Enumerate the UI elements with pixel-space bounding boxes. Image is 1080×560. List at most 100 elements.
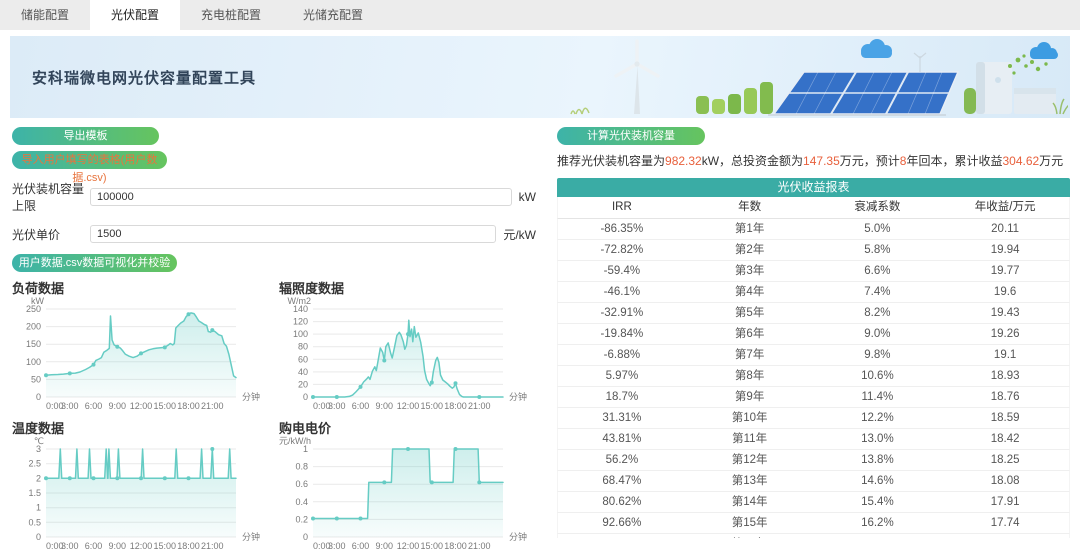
table-cell: 16.2% [814, 513, 942, 533]
chart-irradiance: 辐照度数据 020406080100120140W/m20:003:006:00… [279, 278, 536, 413]
chart-temperature-plot: 00.511.522.53℃0:003:006:009:0012:0015:00… [12, 435, 269, 553]
svg-text:分钟: 分钟 [509, 391, 527, 402]
svg-text:3:00: 3:00 [61, 401, 79, 411]
svg-text:℃: ℃ [34, 436, 44, 446]
chart-price-plot: 00.20.40.60.81元/kW/h0:003:006:009:0012:0… [279, 435, 536, 553]
table-cell: -32.91% [558, 303, 686, 323]
table-cell: 18.25 [941, 450, 1069, 470]
svg-text:18:00: 18:00 [444, 541, 467, 551]
table-cell: -86.35% [558, 219, 686, 239]
report-header-row: IRR年数衰减系数年收益/万元 [557, 197, 1070, 219]
table-row: 18.7%第9年11.4%18.76 [557, 387, 1070, 408]
tab-光储充配置[interactable]: 光储充配置 [282, 0, 384, 30]
svg-text:W/m2: W/m2 [288, 296, 312, 306]
result-label: 年回本，累计收益 [906, 154, 1002, 168]
table-cell: -6.88% [558, 345, 686, 365]
svg-text:0.8: 0.8 [295, 462, 308, 472]
calculate-pv-capacity-button[interactable]: 计算光伏装机容量 [557, 127, 705, 145]
grass-icon [571, 108, 589, 114]
energy-storage-icon [964, 62, 1056, 114]
table-cell: 19.26 [941, 324, 1069, 344]
pv-unit-price-input[interactable] [90, 225, 496, 243]
svg-text:kW: kW [31, 296, 45, 306]
field-pv-unit-price: 光伏单价 元/kW [12, 225, 536, 243]
chart-irradiance-title: 辐照度数据 [279, 278, 536, 295]
svg-text:21:00: 21:00 [201, 401, 224, 411]
svg-text:0: 0 [303, 532, 308, 542]
pv-capacity-limit-input[interactable] [90, 188, 512, 206]
table-cell: 19.77 [941, 261, 1069, 281]
chart-price-title: 购电电价 [279, 418, 536, 435]
result-text: 推荐光伏装机容量为982.32kW，总投资金额为147.35万元，预计8年回本，… [557, 154, 1070, 169]
table-cell: 92.66% [558, 513, 686, 533]
svg-text:20: 20 [298, 379, 308, 389]
table-cell: 第9年 [686, 387, 814, 407]
svg-text:21:00: 21:00 [468, 541, 491, 551]
table-cell: 10.6% [814, 366, 942, 386]
result-label: kW，总投资金额为 [702, 154, 803, 168]
table-cell: 11.4% [814, 387, 942, 407]
table-row: 104.58%第16年17.0%17.57 [557, 534, 1070, 538]
svg-text:120: 120 [293, 317, 308, 327]
banner-illustration [568, 36, 1068, 118]
page-title: 安科瑞微电网光伏容量配置工具 [32, 67, 256, 88]
svg-text:12:00: 12:00 [397, 541, 420, 551]
table-cell: 18.59 [941, 408, 1069, 428]
table-cell: 第2年 [686, 240, 814, 260]
table-cell: 13.0% [814, 429, 942, 449]
svg-text:元/kW/h: 元/kW/h [279, 436, 311, 446]
right-panel: 计算光伏装机容量 推荐光伏装机容量为982.32kW，总投资金额为147.35万… [557, 122, 1070, 538]
growth-bars-icon [696, 82, 773, 114]
svg-text:0: 0 [303, 392, 308, 402]
table-cell: -72.82% [558, 240, 686, 260]
tab-充电桩配置[interactable]: 充电桩配置 [180, 0, 282, 30]
svg-text:0.5: 0.5 [28, 517, 41, 527]
svg-text:3:00: 3:00 [328, 541, 346, 551]
result-label: 推荐光伏装机容量为 [557, 154, 665, 168]
chart-load-title: 负荷数据 [12, 278, 269, 295]
svg-text:60: 60 [298, 354, 308, 364]
chart-load: 负荷数据 050100150200250kW0:003:006:009:0012… [12, 278, 269, 413]
svg-text:150: 150 [26, 339, 41, 349]
table-cell: 第3年 [686, 261, 814, 281]
chart-load-plot: 050100150200250kW0:003:006:009:0012:0015… [12, 295, 269, 413]
svg-text:1: 1 [36, 503, 41, 513]
svg-text:6:00: 6:00 [85, 541, 103, 551]
table-cell: 17.91 [941, 492, 1069, 512]
table-cell: 43.81% [558, 429, 686, 449]
svg-text:分钟: 分钟 [242, 391, 260, 402]
tab-bar: 储能配置光伏配置充电桩配置光储充配置 [0, 0, 1080, 30]
table-cell: 18.7% [558, 387, 686, 407]
svg-text:12:00: 12:00 [130, 541, 153, 551]
tab-光伏配置[interactable]: 光伏配置 [90, 0, 180, 30]
table-cell: 12.2% [814, 408, 942, 428]
export-template-button[interactable]: 导出模板 [12, 127, 159, 145]
table-cell: 19.43 [941, 303, 1069, 323]
table-cell: 18.76 [941, 387, 1069, 407]
table-cell: 68.47% [558, 471, 686, 491]
report-column-header: 年数 [686, 197, 814, 218]
table-cell: 第10年 [686, 408, 814, 428]
report-body: -86.35%第1年5.0%20.11-72.82%第2年5.8%19.94-5… [557, 219, 1070, 538]
table-cell: 18.08 [941, 471, 1069, 491]
svg-text:9:00: 9:00 [376, 541, 394, 551]
table-cell: 17.74 [941, 513, 1069, 533]
svg-text:80: 80 [298, 342, 308, 352]
pv-unit-price-unit: 元/kW [503, 226, 536, 243]
tab-储能配置[interactable]: 储能配置 [0, 0, 90, 30]
table-cell: 第6年 [686, 324, 814, 344]
cloud-icon-right [1030, 42, 1058, 59]
table-cell: 13.8% [814, 450, 942, 470]
table-cell: 第15年 [686, 513, 814, 533]
svg-text:21:00: 21:00 [201, 541, 224, 551]
import-csv-button[interactable]: 导入用户填写的表格(用户数据.csv) [12, 151, 167, 169]
svg-text:15:00: 15:00 [421, 541, 444, 551]
visualize-csv-button[interactable]: 用户数据.csv数据可视化并校验 [12, 254, 177, 272]
chart-price: 购电电价 00.20.40.60.81元/kW/h0:003:006:009:0… [279, 418, 536, 553]
table-cell: 18.42 [941, 429, 1069, 449]
wind-turbine-icon [616, 41, 658, 114]
table-cell: -19.84% [558, 324, 686, 344]
table-cell: 19.94 [941, 240, 1069, 260]
table-cell: 5.8% [814, 240, 942, 260]
table-row: -19.84%第6年9.0%19.26 [557, 324, 1070, 345]
